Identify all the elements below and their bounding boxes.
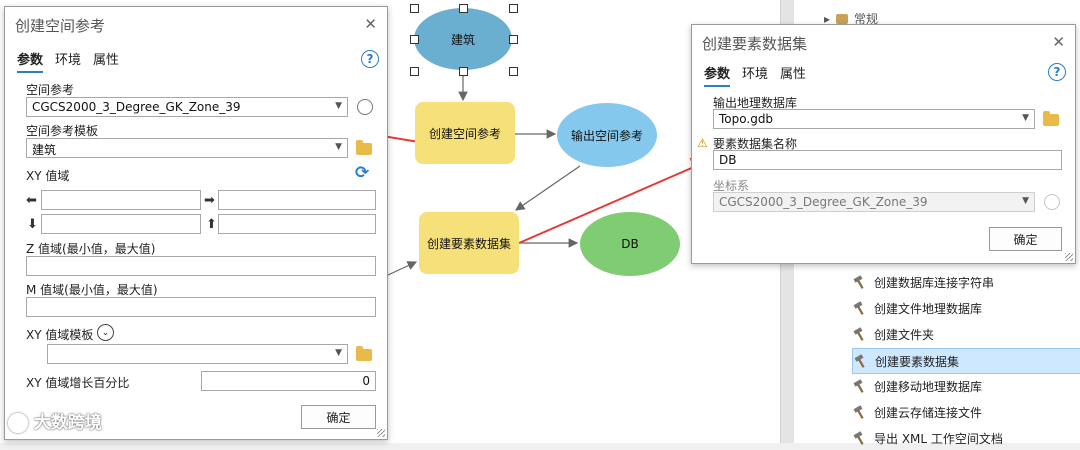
xy-min-x-input[interactable] (41, 190, 201, 210)
xy-template-dropdown[interactable]: ▼ (47, 344, 348, 364)
logo-icon (8, 413, 28, 433)
tab-properties[interactable]: 属性 (93, 49, 119, 73)
selection-handle[interactable] (410, 67, 419, 76)
node-create-spatial-reference[interactable]: 创建空间参考 (415, 102, 515, 164)
watermark-text: 大数跨境 (33, 413, 102, 433)
selection-handle[interactable] (509, 67, 518, 76)
tab-parameters[interactable]: 参数 (704, 63, 731, 87)
node-db-label: DB (621, 237, 639, 251)
node-create-fds-label: 创建要素数据集 (426, 236, 511, 251)
selection-handle[interactable] (509, 35, 518, 44)
dialog-title: 创建空间参考 (15, 17, 106, 35)
folder-icon[interactable] (1043, 111, 1059, 126)
node-output-spatial-reference[interactable]: 输出空间参考 (557, 103, 657, 167)
m-domain-label: M 值域(最小值，最大值) (26, 283, 158, 297)
folder-icon[interactable] (356, 346, 372, 361)
node-db[interactable]: DB (580, 212, 680, 276)
close-icon[interactable]: ✕ (1052, 33, 1065, 51)
refresh-icon[interactable]: ⟳ (355, 163, 369, 183)
resize-grip-icon[interactable] (1065, 253, 1073, 261)
tab-environments[interactable]: 环境 (55, 49, 81, 73)
coord-dropdown: CGCS2000_3_Degree_GK_Zone_39 ▼ (713, 192, 1035, 212)
arrow-down-icon: ⬇ (27, 217, 38, 232)
chevron-down-icon: ▼ (335, 101, 342, 111)
watermark-logo: 大数跨境 (8, 408, 102, 433)
arrow-up-icon: ⬆ (206, 217, 217, 232)
fds-name-input[interactable]: DB (713, 150, 1062, 170)
xy-percent-label: XY 值域增长百分比 (26, 376, 130, 390)
close-icon[interactable]: ✕ (364, 15, 377, 33)
coord-value: CGCS2000_3_Degree_GK_Zone_39 (719, 195, 928, 209)
node-building-label: 建筑 (450, 32, 475, 47)
output-gdb-value: Topo.gdb (719, 112, 774, 126)
spatial-ref-dropdown[interactable]: CGCS2000_3_Degree_GK_Zone_39 ▼ (26, 97, 348, 117)
spatial-ref-label: 空间参考 (26, 83, 75, 97)
spatial-ref-value: CGCS2000_3_Degree_GK_Zone_39 (32, 100, 241, 114)
selection-handle[interactable] (459, 67, 468, 76)
selection-handle[interactable] (410, 35, 419, 44)
chevron-down-icon: ▼ (1022, 113, 1029, 123)
output-gdb-dropdown[interactable]: Topo.gdb ▼ (713, 109, 1035, 129)
xy-max-x-input[interactable] (218, 190, 376, 210)
tab-environments[interactable]: 环境 (742, 63, 768, 87)
globe-icon (1044, 194, 1060, 210)
template-value: 建筑 (32, 143, 57, 157)
selection-handle[interactable] (410, 4, 419, 13)
xy-percent-input[interactable]: 0 (201, 371, 376, 391)
node-building[interactable]: 建筑 (414, 8, 512, 70)
ok-button[interactable]: 确定 (301, 405, 376, 429)
xy-max-y-input[interactable] (218, 214, 376, 234)
tab-parameters[interactable]: 参数 (17, 49, 44, 73)
node-create-feature-dataset[interactable]: 创建要素数据集 (419, 212, 519, 274)
chevron-down-icon: ▼ (335, 142, 342, 152)
resize-grip-icon[interactable] (377, 429, 385, 437)
template-label: 空间参考模板 (26, 124, 99, 138)
z-domain-label: Z 值域(最小值，最大值) (26, 242, 156, 256)
xy-domain-label: XY 值域 (26, 169, 70, 183)
connector-left-fds (387, 261, 418, 276)
template-dropdown[interactable]: 建筑 ▼ (26, 138, 348, 158)
connector-output-fds (515, 165, 581, 211)
expand-circle-icon[interactable]: ⌄ (97, 324, 114, 341)
arrow-right-icon: ➡ (204, 193, 215, 208)
node-output-sr-label: 输出空间参考 (570, 128, 643, 143)
help-icon[interactable]: ? (1048, 63, 1066, 81)
ok-button[interactable]: 确定 (989, 227, 1062, 251)
help-icon[interactable]: ? (361, 50, 379, 68)
chevron-down-icon: ▼ (1022, 196, 1029, 206)
node-create-sr-label: 创建空间参考 (428, 126, 501, 141)
z-domain-input[interactable] (26, 256, 376, 276)
dialog-title: 创建要素数据集 (702, 35, 808, 53)
chevron-down-icon: ▼ (335, 348, 342, 358)
m-domain-input[interactable] (26, 297, 376, 317)
dialog-create-spatial-reference: 创建空间参考 ✕ 参数 环境 属性 ? 空间参考 CGCS2000_3_Degr… (4, 6, 388, 440)
selection-handle[interactable] (459, 4, 468, 13)
warning-icon: ⚠ (697, 136, 708, 150)
selection-handle[interactable] (509, 4, 518, 13)
dialog-create-feature-dataset: 创建要素数据集 ✕ 参数 环境 属性 ? 输出地理数据库 Topo.gdb ▼ … (691, 24, 1076, 264)
folder-icon[interactable] (356, 140, 372, 155)
xy-min-y-input[interactable] (41, 214, 201, 234)
tab-properties[interactable]: 属性 (780, 63, 806, 87)
xy-template-label: XY 值域模板 (26, 328, 94, 342)
arrow-left-icon: ⬅ (26, 193, 37, 208)
globe-icon[interactable] (357, 99, 373, 115)
